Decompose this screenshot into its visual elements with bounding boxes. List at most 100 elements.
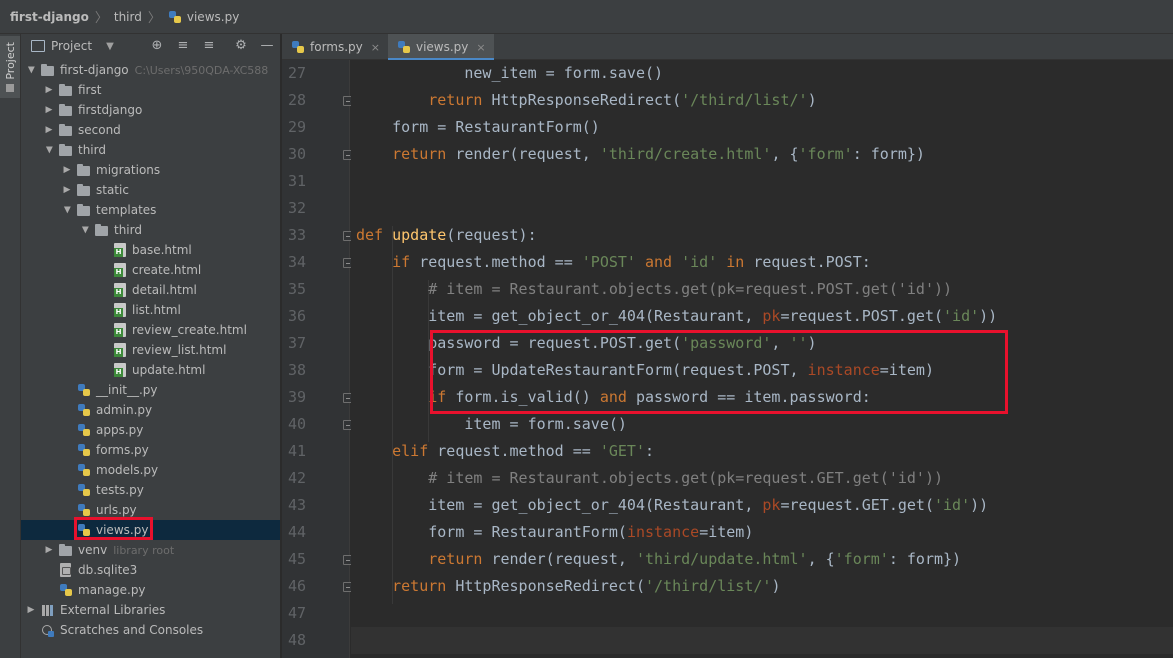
- tree-item-models-py[interactable]: models.py: [21, 460, 280, 480]
- tree-item-review-list-html[interactable]: review_list.html: [21, 340, 280, 360]
- breadcrumb-separator-icon: 〉: [147, 11, 161, 26]
- tree-item-label: admin.py: [96, 403, 153, 417]
- code-token: ,: [771, 334, 790, 352]
- tree-item-label: update.html: [132, 363, 206, 377]
- code-line: elif request.method == 'GET':: [356, 438, 654, 465]
- tree-item-venv[interactable]: ▶ venv library root: [21, 540, 280, 560]
- tree-item-third[interactable]: ▶ third: [21, 140, 280, 160]
- tree-item-label: Scratches and Consoles: [60, 623, 204, 637]
- line-number: 48: [287, 631, 306, 649]
- tree-item-label: list.html: [132, 303, 181, 317]
- tree-item-update-html[interactable]: update.html: [21, 360, 280, 380]
- code-token: def: [356, 226, 393, 244]
- close-icon[interactable]: ×: [476, 41, 485, 54]
- expand-arrow-icon[interactable]: ▶: [43, 125, 55, 135]
- code-token: form.is_valid(): [455, 388, 600, 406]
- tree-item-first-django[interactable]: ▶ first-django C:\Users\950QDA-XC588: [21, 60, 280, 80]
- tree-item-scratches-and-consoles[interactable]: Scratches and Consoles: [21, 620, 280, 640]
- expand-arrow-icon[interactable]: ▶: [43, 545, 55, 555]
- code-token: =item): [879, 361, 934, 379]
- code-token: 'form': [834, 550, 889, 568]
- breadcrumb-item[interactable]: first-django: [10, 10, 89, 24]
- line-number: 46: [287, 577, 306, 595]
- tree-item-label: urls.py: [96, 503, 137, 517]
- code-line: item = form.save(): [356, 411, 627, 438]
- expand-all-icon[interactable]: ≡: [175, 38, 191, 54]
- tree-item-review-create-html[interactable]: review_create.html: [21, 320, 280, 340]
- expand-arrow-icon[interactable]: ▶: [43, 85, 55, 95]
- gear-icon[interactable]: ⚙: [233, 38, 249, 54]
- tree-item-label: __init__.py: [96, 383, 158, 397]
- tab-forms-py[interactable]: forms.py ×: [282, 34, 388, 60]
- expand-arrow-icon[interactable]: ▶: [61, 185, 73, 195]
- tree-item-hint: library root: [113, 543, 175, 557]
- editor-tabs: forms.py × views.py ×: [282, 34, 1173, 61]
- close-icon[interactable]: ×: [371, 41, 380, 54]
- tree-item-urls-py[interactable]: urls.py: [21, 500, 280, 520]
- tree-item-admin-py[interactable]: admin.py: [21, 400, 280, 420]
- folder-icon: [76, 203, 92, 217]
- expand-arrow-icon[interactable]: ▶: [80, 224, 90, 236]
- html-file-icon: [112, 263, 128, 277]
- code-line: return HttpResponseRedirect('/third/list…: [356, 573, 780, 600]
- code-token: (request):: [446, 226, 537, 244]
- project-tool-tab[interactable]: Project: [0, 36, 20, 98]
- folder-icon: [58, 103, 74, 117]
- tree-item-label: tests.py: [96, 483, 144, 497]
- tree-item-static[interactable]: ▶ static: [21, 180, 280, 200]
- code-token: new_item = form.save(): [356, 64, 664, 82]
- code-token: 'form': [798, 145, 853, 163]
- line-number: 45: [287, 550, 306, 568]
- expand-arrow-icon[interactable]: ▶: [62, 204, 72, 216]
- code-token: and: [599, 388, 636, 406]
- code-token: item = get_object_or_404(Restaurant,: [356, 307, 763, 325]
- tree-item-templates[interactable]: ▶ templates: [21, 200, 280, 220]
- tree-item-list-html[interactable]: list.html: [21, 300, 280, 320]
- current-line-highlight: [351, 627, 1173, 654]
- tree-item-detail-html[interactable]: detail.html: [21, 280, 280, 300]
- project-view-selector[interactable]: Project: [51, 39, 92, 53]
- tree-item-firstdjango[interactable]: ▶ firstdjango: [21, 100, 280, 120]
- expand-arrow-icon[interactable]: ▶: [25, 605, 37, 615]
- code-token: item = get_object_or_404(Restaurant,: [356, 496, 763, 514]
- minimize-icon[interactable]: —: [259, 38, 275, 54]
- tree-item-forms-py[interactable]: forms.py: [21, 440, 280, 460]
- locate-icon[interactable]: ⊕: [149, 38, 165, 54]
- collapse-all-icon[interactable]: ≡: [201, 38, 217, 54]
- code-line: form = RestaurantForm(instance=item): [356, 519, 753, 546]
- tree-item-manage-py[interactable]: manage.py: [21, 580, 280, 600]
- tree-item-migrations[interactable]: ▶ migrations: [21, 160, 280, 180]
- tree-item-views-py[interactable]: views.py: [21, 520, 280, 540]
- tree-item--init-py[interactable]: __init__.py: [21, 380, 280, 400]
- python-file-icon: [167, 10, 183, 24]
- tree-item-first[interactable]: ▶ first: [21, 80, 280, 100]
- tab-views-py[interactable]: views.py ×: [387, 34, 494, 61]
- tree-item-create-html[interactable]: create.html: [21, 260, 280, 280]
- expand-arrow-icon[interactable]: ▶: [61, 165, 73, 175]
- tree-item-tests-py[interactable]: tests.py: [21, 480, 280, 500]
- code-token: 'id': [681, 253, 727, 271]
- tree-item-second[interactable]: ▶ second: [21, 120, 280, 140]
- line-number: 29: [287, 118, 306, 136]
- code-token: # item = Restaurant.objects.get(pk=reque…: [356, 469, 943, 487]
- expand-arrow-icon[interactable]: ▶: [43, 105, 55, 115]
- tree-item-label: db.sqlite3: [78, 563, 138, 577]
- code-token: render(request,: [491, 550, 636, 568]
- chevron-down-icon[interactable]: ▼: [106, 41, 114, 52]
- breadcrumb-item[interactable]: views.py: [167, 10, 239, 24]
- expand-arrow-icon[interactable]: ▶: [26, 64, 36, 76]
- tree-item-third[interactable]: ▶ third: [21, 220, 280, 240]
- code-line: if request.method == 'POST' and 'id' in …: [356, 249, 871, 276]
- tree-item-db-sqlite3[interactable]: db.sqlite3: [21, 560, 280, 580]
- breadcrumb-item[interactable]: third: [114, 10, 142, 24]
- html-file-icon: [112, 303, 128, 317]
- code-editor[interactable]: new_item = form.save() return HttpRespon…: [351, 60, 1173, 658]
- tree-item-base-html[interactable]: base.html: [21, 240, 280, 260]
- line-number: 35: [287, 280, 306, 298]
- tree-item-apps-py[interactable]: apps.py: [21, 420, 280, 440]
- expand-arrow-icon[interactable]: ▶: [44, 144, 54, 156]
- project-view-icon: [31, 40, 45, 52]
- code-token: instance: [626, 523, 700, 541]
- tree-item-external-libraries[interactable]: ▶ External Libraries: [21, 600, 280, 620]
- tree-item-label: second: [78, 123, 121, 137]
